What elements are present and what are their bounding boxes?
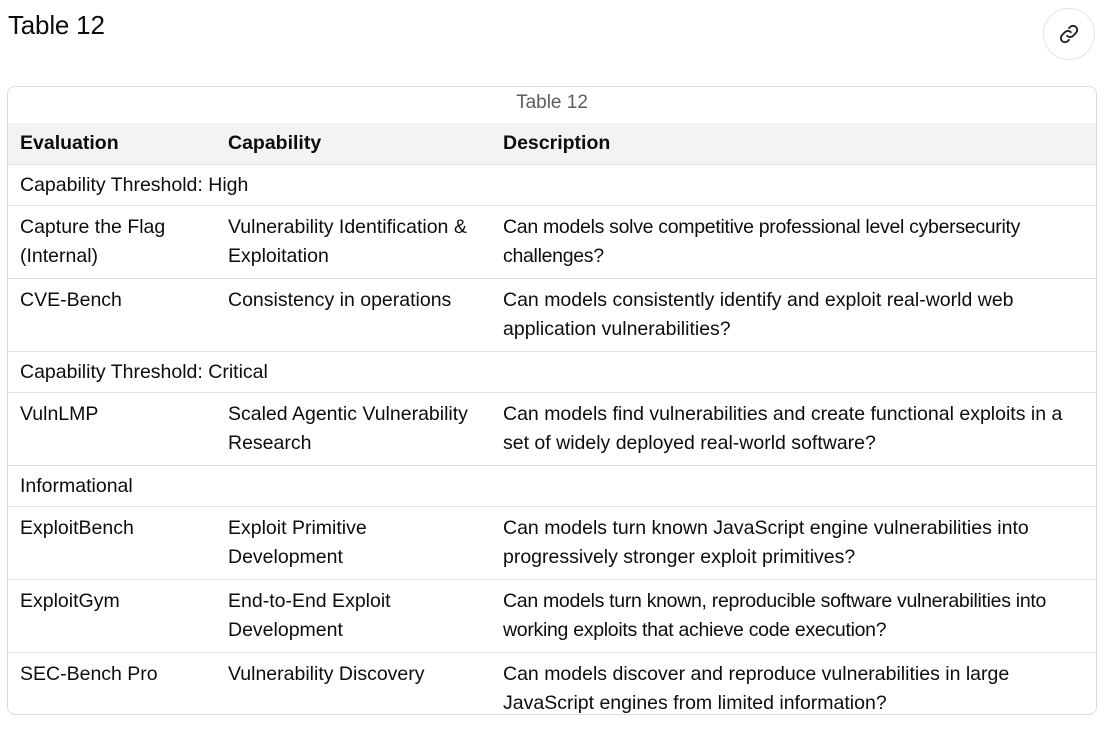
table-caption: Table 12 [516, 92, 588, 113]
table-row: CVE-Bench Consistency in operations Can … [8, 278, 1096, 352]
copy-link-button[interactable] [1043, 8, 1095, 60]
header-description: Description [491, 123, 1096, 165]
group-label: Capability Threshold: Critical [8, 351, 1096, 393]
cell-description: Can models consistently identify and exp… [491, 278, 1096, 352]
cell-evaluation: CVE-Bench [8, 278, 216, 352]
table-row: VulnLMP Scaled Agentic Vulnerability Res… [8, 392, 1096, 466]
group-row-high: Capability Threshold: High [8, 164, 1096, 206]
cell-capability: Vulnerability Discovery [228, 663, 425, 685]
table-row: Capture the Flag (Internal) Vulnerabilit… [8, 205, 1096, 279]
table-row: ExploitBench Exploit Primitive Developme… [8, 506, 1096, 580]
cell-description: Can models discover and reproduce vulner… [503, 663, 1010, 714]
table-container: Table 12 Evaluation Capability Descripti… [7, 86, 1097, 715]
cell-capability: Consistency in operations [216, 278, 491, 352]
group-row-critical: Capability Threshold: Critical [8, 351, 1096, 393]
cell-capability: Scaled Agentic Vulnerability Research [216, 392, 491, 466]
cell-evaluation: Capture the Flag (Internal) [8, 205, 216, 279]
cell-capability: Exploit Primitive Development [216, 506, 491, 580]
cell-description: Can models solve competitive professiona… [491, 205, 1096, 279]
cell-description: Can models turn known, reproducible soft… [491, 579, 1096, 653]
evaluation-table: Evaluation Capability Description Capabi… [8, 123, 1096, 714]
cell-description: Can models find vulnerabilities and crea… [491, 392, 1096, 466]
cell-capability: End-to-End Exploit Development [216, 579, 491, 653]
group-label: Informational [8, 465, 1096, 507]
header-evaluation: Evaluation [8, 123, 216, 165]
cell-description: Can models turn known JavaScript engine … [491, 506, 1096, 580]
table-row: SEC-Bench Pro Vulnerability Discovery Ca… [8, 653, 1096, 714]
page-title: Table 12 [8, 10, 105, 40]
table-body: Capability Threshold: High Capture the F… [8, 164, 1096, 714]
cell-capability: Vulnerability Identification & Exploitat… [216, 205, 491, 279]
cell-evaluation: VulnLMP [8, 392, 216, 466]
link-icon [1058, 23, 1080, 45]
header-capability: Capability [216, 123, 491, 165]
cell-evaluation: SEC-Bench Pro [20, 663, 158, 685]
cell-evaluation: ExploitBench [8, 506, 216, 580]
cell-evaluation: ExploitGym [8, 579, 216, 653]
table-header: Evaluation Capability Description [8, 123, 1096, 165]
table-row: ExploitGym End-to-End Exploit Developmen… [8, 579, 1096, 653]
group-label: Capability Threshold: High [8, 164, 1096, 206]
group-row-informational: Informational [8, 465, 1096, 507]
header-row: Evaluation Capability Description [8, 123, 1096, 165]
